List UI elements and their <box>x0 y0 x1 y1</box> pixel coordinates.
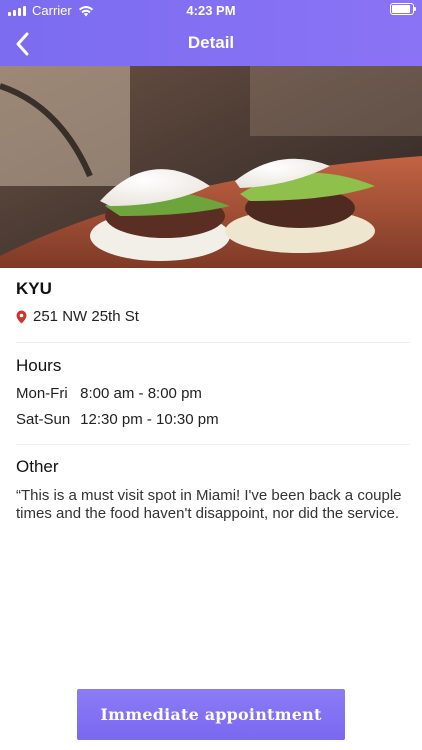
hours-row: Sat-Sun 12:30 pm - 10:30 pm <box>16 411 410 428</box>
hours-section: Hours Mon-Fri 8:00 am - 8:00 pm Sat-Sun … <box>16 356 410 428</box>
cta-label: Immediate appointment <box>100 705 322 724</box>
status-time: 4:23 PM <box>186 3 236 18</box>
divider <box>16 444 410 445</box>
immediate-appointment-button[interactable]: Immediate appointment <box>77 689 345 740</box>
divider <box>16 342 410 343</box>
hours-day: Mon-Fri <box>16 385 68 402</box>
location-pin-icon <box>16 310 27 323</box>
other-title: Other <box>16 457 59 476</box>
hours-time: 8:00 am - 8:00 pm <box>80 385 202 402</box>
food-photo-illustration <box>0 66 422 268</box>
navigation-bar: Detail <box>0 22 422 66</box>
restaurant-name: KYU <box>16 279 52 298</box>
hours-row: Mon-Fri 8:00 am - 8:00 pm <box>16 385 410 402</box>
review-text: “This is a must visit spot in Miami! I'v… <box>16 487 402 522</box>
battery-icon <box>390 3 416 15</box>
page-title: Detail <box>187 33 235 52</box>
address-text: 251 NW 25th St <box>33 308 139 325</box>
hours-day: Sat-Sun <box>16 411 71 428</box>
address-line: 251 NW 25th St <box>16 308 410 325</box>
restaurant-photo <box>0 66 422 268</box>
hours-time: 12:30 pm - 10:30 pm <box>80 411 219 428</box>
other-section: Other “This is a must visit spot in Miam… <box>16 457 410 523</box>
status-bar: Carrier 4:23 PM <box>0 0 422 22</box>
app-header: Carrier 4:23 PM Detail <box>0 0 422 66</box>
hours-title: Hours <box>16 356 62 375</box>
restaurant-info: KYU 251 NW 25th St <box>16 279 410 325</box>
status-right <box>390 3 416 15</box>
